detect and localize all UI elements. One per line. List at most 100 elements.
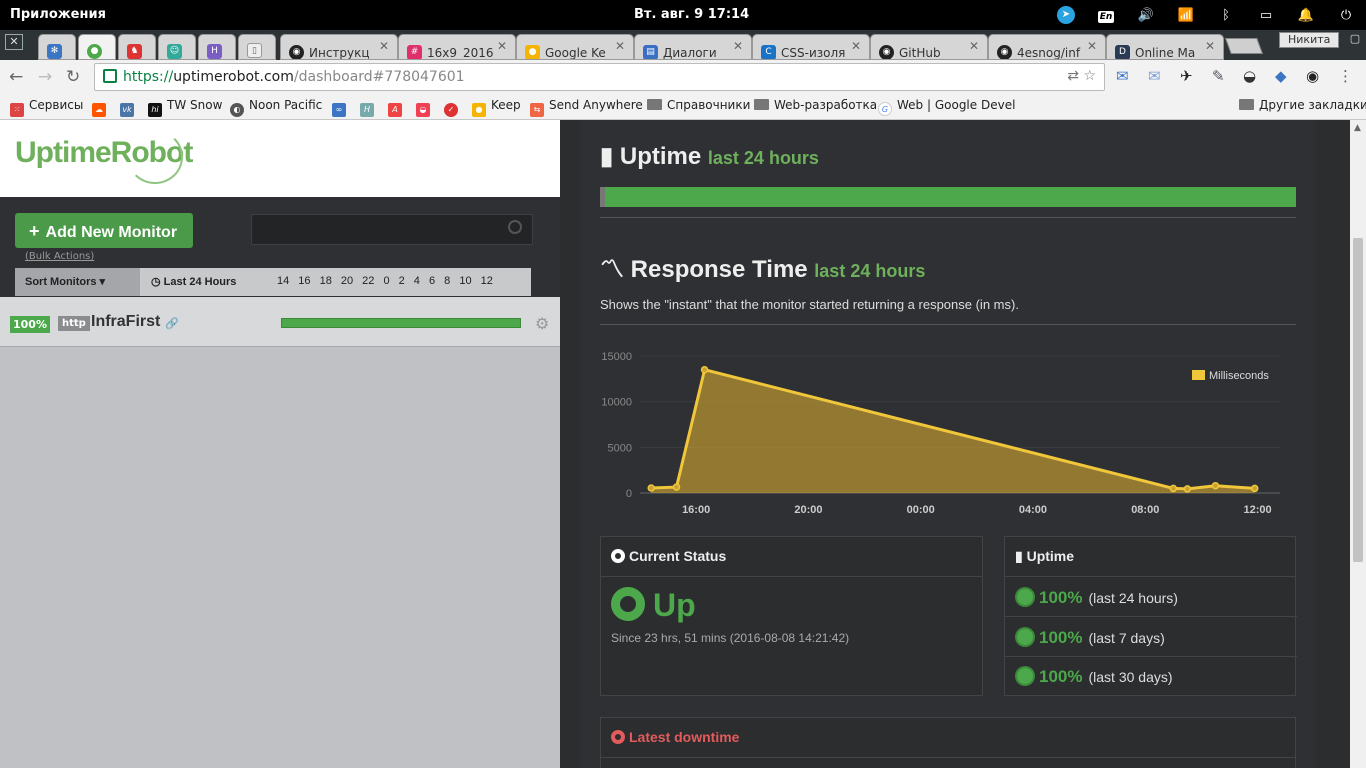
tab-6[interactable]: ◉ 4esnog/inf ✕	[988, 34, 1106, 60]
css-live-icon: C	[761, 45, 776, 59]
tab-close-icon[interactable]: ✕	[379, 39, 389, 53]
menu-icon[interactable]: ⋮	[1338, 67, 1353, 85]
page-content: UptimeRobot + Add New Monitor (Bulk Actio…	[0, 120, 1366, 768]
data-point	[647, 484, 655, 492]
tab-2[interactable]: ● Google Ke ✕	[516, 34, 634, 60]
pinned-tab-active[interactable]: ●	[78, 34, 116, 60]
uptime-heading: ▮ Uptime last 24 hours	[600, 143, 819, 170]
wifi-icon[interactable]: 📶	[1166, 8, 1206, 23]
address-bar[interactable]: https://uptimerobot.com/dashboard#778047…	[94, 63, 1105, 91]
notifications-icon[interactable]: 🔔	[1286, 8, 1326, 23]
github-icon: ◉	[997, 45, 1012, 59]
bookmark-todo[interactable]: ✓	[444, 98, 463, 117]
tab-close-icon[interactable]: ✕	[851, 39, 861, 53]
uptimerobot-logo[interactable]: UptimeRobot	[15, 130, 193, 184]
inbox-ext-icon[interactable]: ✉	[1116, 67, 1129, 85]
tab-close-icon[interactable]: ✕	[497, 39, 507, 53]
github-ext-icon[interactable]: ◉	[1306, 67, 1319, 85]
tab-3[interactable]: ▤ Диалоги ✕	[634, 34, 752, 60]
pinned-tab[interactable]: ♞	[118, 34, 156, 60]
bookmark-vk[interactable]: vk	[120, 98, 139, 117]
lock-icon	[103, 69, 117, 83]
notification-ext-icon[interactable]: ◆	[1275, 67, 1287, 85]
add-new-monitor-button[interactable]: + Add New Monitor	[15, 213, 193, 248]
y-tick-label: 5000	[608, 442, 632, 454]
bookmark-folder-reference[interactable]: Справочники	[647, 98, 750, 112]
monitor-search-input[interactable]	[251, 214, 533, 245]
tab-close-icon[interactable]: ✕	[733, 39, 743, 53]
bookmark-tw-snow[interactable]: hi TW Snow	[148, 98, 222, 117]
folder-icon	[1239, 99, 1254, 110]
eyedropper-ext-icon[interactable]: ✎	[1212, 67, 1225, 85]
google-icon: G	[878, 102, 892, 116]
infinity-icon: ∞	[332, 103, 346, 117]
power-icon[interactable]: ⏻	[1326, 8, 1366, 23]
translate-and-star-icons[interactable]: ⇄ ☆	[1067, 68, 1096, 84]
tab-close-icon[interactable]: ✕	[969, 39, 979, 53]
reload-icon[interactable]: ↻	[66, 67, 80, 87]
applications-menu[interactable]: Приложения	[10, 7, 106, 22]
pinned-tab[interactable]: ✻	[38, 34, 76, 60]
bookmark-apps[interactable]: ⁙ Сервисы	[10, 98, 83, 117]
volume-icon[interactable]: 🔊	[1126, 8, 1166, 23]
bookmark-a[interactable]: A	[388, 98, 407, 117]
forward-icon[interactable]: →	[38, 67, 52, 87]
tab-close-icon[interactable]: ✕	[615, 39, 625, 53]
current-status-card: Current Status Up Since 23 hrs, 51 mins …	[600, 536, 983, 696]
bookmark-folder-web-dev[interactable]: Web-разработка	[754, 98, 877, 112]
github-icon: ◉	[289, 45, 304, 59]
pinned-tab[interactable]: ▯	[238, 34, 276, 60]
uptime-percent-badge: 100%	[10, 316, 50, 333]
minimize-button[interactable]: _	[1322, 32, 1344, 48]
tab-1[interactable]: #16x9_2016 ✕	[398, 34, 516, 60]
y-tick-label: 0	[626, 488, 632, 500]
tab-5[interactable]: ◉ GitHub ✕	[870, 34, 988, 60]
tab-0[interactable]: ◉ Инструкц ✕	[280, 34, 398, 60]
x-tick-label: 04:00	[1019, 504, 1047, 516]
language-indicator[interactable]: En	[1086, 8, 1126, 23]
bookmark-google-devel[interactable]: G Web | Google Devel	[878, 98, 1015, 116]
new-tab-button[interactable]	[1225, 38, 1263, 54]
back-icon[interactable]: ←	[9, 67, 23, 87]
bookmark-pocket[interactable]: ◒	[416, 98, 435, 117]
bookmark-soundcloud[interactable]: ☁	[92, 98, 111, 117]
bookmark-send-anywhere[interactable]: ⇆ Send Anywhere	[530, 98, 643, 117]
bulk-actions-link[interactable]: (Bulk Actions)	[25, 251, 94, 262]
tab-close-icon[interactable]: ✕	[1087, 39, 1097, 53]
link-icon[interactable]: 🔗	[165, 317, 179, 330]
maximize-button[interactable]: ▢	[1344, 32, 1366, 48]
up-circle-icon	[611, 587, 645, 621]
tab-7[interactable]: D Online Ma ✕	[1106, 34, 1224, 60]
bluetooth-icon[interactable]: ᛒ	[1206, 8, 1246, 23]
scroll-up-icon[interactable]: ▲	[1354, 123, 1361, 133]
telegram-icon[interactable]: ➤	[1046, 6, 1086, 24]
bookmark-noon-pacific[interactable]: ◐ Noon Pacific	[230, 98, 322, 117]
pinned-tab[interactable]: H	[198, 34, 236, 60]
chat-icon: ▤	[643, 45, 658, 59]
data-point	[1169, 484, 1178, 493]
data-point	[1183, 485, 1192, 493]
mail-ext-icon[interactable]: ✉	[1148, 67, 1161, 85]
bookmark-h[interactable]: H	[360, 98, 379, 117]
page-scrollbar[interactable]: ▲	[1350, 120, 1366, 768]
battery-icon[interactable]: ▭	[1246, 8, 1286, 23]
gear-icon[interactable]: ⚙	[535, 314, 549, 333]
tab-close-icon[interactable]: ✕	[1205, 39, 1215, 53]
bookmark-other[interactable]: Другие закладки	[1239, 98, 1366, 112]
monitor-row[interactable]: 100% http InfraFirst 🔗 ⚙	[0, 297, 560, 347]
tab-4[interactable]: C CSS-изоля ✕	[752, 34, 870, 60]
bookmarks-bar: ⁙ Сервисы ☁ vk hi TW Snow ◐ Noon Pacific ∞ …	[0, 94, 1366, 120]
pinned-tab[interactable]: ☺	[158, 34, 196, 60]
bookmark-infinity[interactable]: ∞	[332, 98, 351, 117]
sort-monitors-button[interactable]: Sort Monitors ▾	[15, 268, 140, 296]
pocket-ext-icon[interactable]: ◒	[1243, 67, 1256, 85]
logo-area: UptimeRobot	[0, 120, 560, 197]
divider	[600, 217, 1296, 218]
clock[interactable]: Вт. авг. 9 17:14	[634, 7, 749, 22]
bookmark-keep[interactable]: ● Keep	[472, 98, 521, 117]
ext-icon[interactable]: ✈	[1180, 67, 1193, 85]
scrollbar-thumb[interactable]	[1353, 238, 1363, 562]
monitor-name[interactable]: InfraFirst	[91, 313, 160, 331]
data-point	[1211, 481, 1220, 490]
window-close-button[interactable]: ✕	[5, 34, 23, 50]
